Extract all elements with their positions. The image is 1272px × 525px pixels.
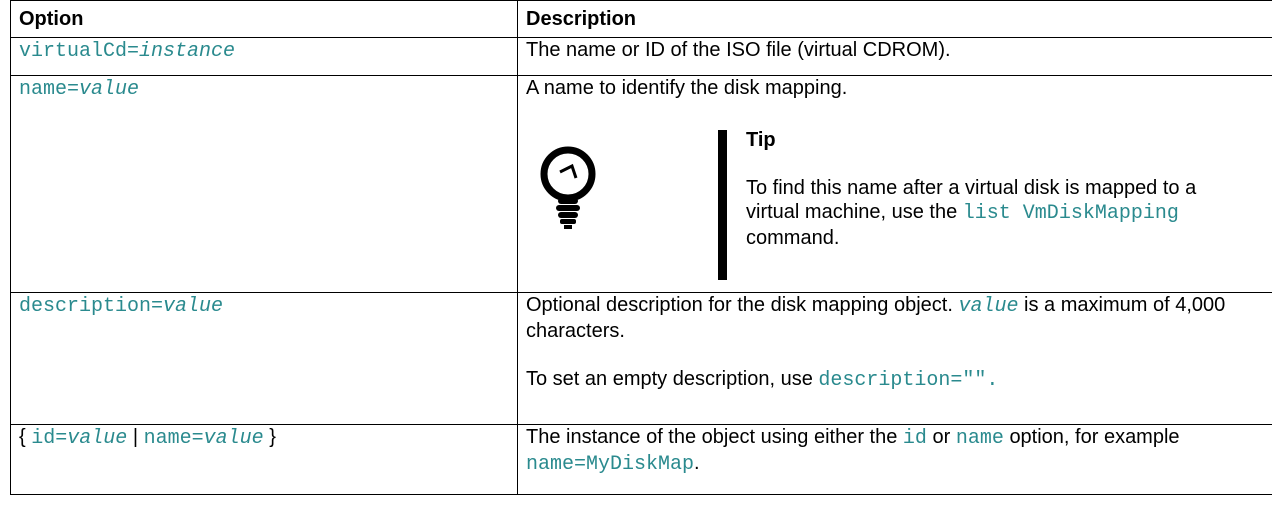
table-header-row: Option Description [10, 0, 1272, 38]
tip-bar [718, 130, 727, 280]
description-cell: The instance of the object using either … [517, 424, 1272, 495]
tip-text: To find this name after a virtual disk i… [746, 177, 1197, 249]
description-text: A name to identify the disk mapping. [526, 77, 848, 99]
option-code[interactable]: virtualCd=instance [19, 40, 235, 63]
description-cell: Optional description for the disk mappin… [517, 292, 1272, 425]
header-description: Description [517, 0, 1272, 38]
options-table: Option Description virtualCd=instance Th… [10, 0, 1272, 495]
tip-title: Tip [746, 129, 776, 151]
option-cell: description=value [10, 292, 518, 425]
name-option-code[interactable]: name=value [144, 427, 264, 450]
id-code[interactable]: id [903, 427, 927, 450]
description-text: The instance of the object using either … [526, 426, 1180, 476]
lightbulb-icon [540, 146, 596, 229]
example-code[interactable]: name=MyDiskMap [526, 453, 694, 476]
empty-description-code[interactable]: description="". [818, 369, 998, 392]
name-code[interactable]: name [956, 427, 1004, 450]
option-cell: virtualCd=instance [10, 37, 518, 76]
table-row: virtualCd=instance The name or ID of the… [10, 37, 1272, 76]
tip-admonition: Tip To find this name after a virtual di… [526, 124, 1264, 284]
table-row: description=value Optional description f… [10, 292, 1272, 425]
description-text: The name or ID of the ISO file (virtual … [526, 39, 951, 61]
table-row: name=value A name to identify the disk m… [10, 75, 1272, 293]
description-text-2: To set an empty description, use descrip… [526, 368, 999, 392]
id-option-code[interactable]: id=value [31, 427, 127, 450]
table-row: { id=value | name=value } The instance o… [10, 424, 1272, 495]
tip-command-code[interactable]: list VmDiskMapping [963, 202, 1179, 225]
description-cell: The name or ID of the ISO file (virtual … [517, 37, 1272, 76]
option-cell: { id=value | name=value } [10, 424, 518, 495]
option-code[interactable]: description=value [19, 295, 223, 318]
description-text: Optional description for the disk mappin… [526, 294, 1226, 342]
option-code[interactable]: name=value [19, 78, 139, 101]
header-option: Option [10, 0, 518, 38]
description-cell: A name to identify the disk mapping. Tip… [517, 75, 1272, 293]
option-cell: name=value [10, 75, 518, 293]
value-code[interactable]: value [958, 295, 1018, 318]
tip-body: Tip To find this name after a virtual di… [746, 128, 1246, 250]
